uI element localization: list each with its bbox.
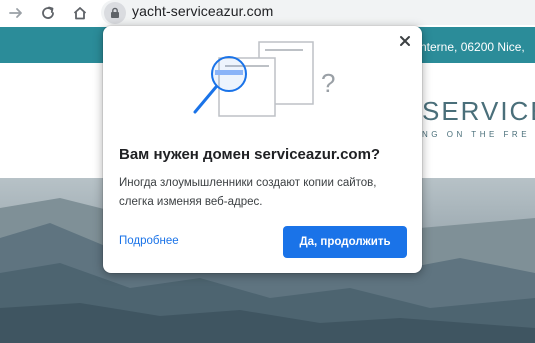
- site-tagline: NG ON THE FRE: [422, 130, 531, 139]
- url-text[interactable]: yacht-serviceazur.com: [132, 3, 273, 19]
- magnifier-pages-question-icon: ?: [183, 36, 343, 126]
- svg-text:?: ?: [321, 68, 335, 98]
- forward-arrow-icon[interactable]: [5, 2, 27, 24]
- learn-more-link[interactable]: Подробнее: [119, 235, 179, 247]
- reload-icon[interactable]: [37, 2, 59, 24]
- site-address-text: nterne, 06200 Nice,: [420, 40, 525, 54]
- close-icon[interactable]: [396, 32, 414, 50]
- dialog-body: Иногда злоумышленники создают копии сайт…: [119, 177, 377, 208]
- home-icon[interactable]: [69, 2, 91, 24]
- site-logo[interactable]: SERVICE A: [422, 96, 535, 127]
- lookalike-domain-dialog: ? Вам нужен домен serviceazur.com? Иногд…: [103, 26, 422, 273]
- dialog-title: Вам нужен домен serviceazur.com?: [119, 146, 381, 163]
- lock-icon[interactable]: [104, 2, 126, 24]
- screen: yacht-serviceazur.com nterne, 06200 Nice…: [0, 0, 535, 343]
- continue-button[interactable]: Да, продолжить: [283, 226, 407, 258]
